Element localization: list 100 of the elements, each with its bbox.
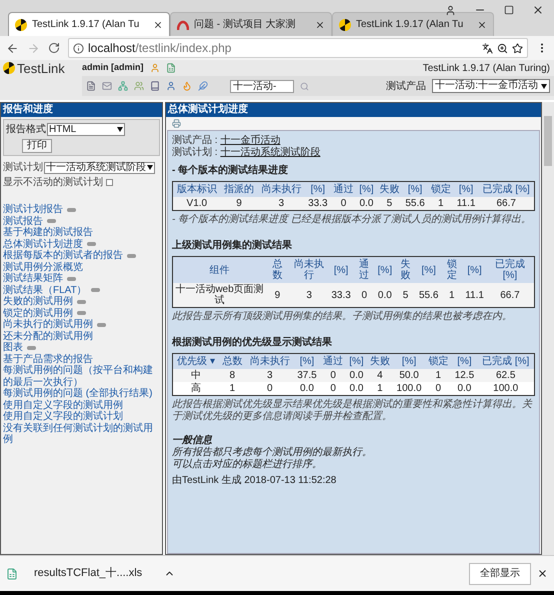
column-header[interactable]: 优先级 ▾ — [172, 354, 220, 369]
report-link[interactable]: 测试结果矩阵 — [3, 273, 63, 284]
search-field[interactable]: 十一活动- — [230, 80, 294, 92]
close-icon[interactable] — [477, 20, 487, 30]
column-header[interactable]: [%] — [463, 256, 486, 283]
person-icon[interactable] — [166, 81, 176, 91]
book-icon[interactable] — [150, 81, 160, 91]
report-link[interactable]: 总体测试计划进度 — [3, 238, 83, 250]
show-all-button[interactable]: 全部显示 — [469, 562, 531, 584]
report-link[interactable]: 测试结果（FLAT） — [3, 284, 87, 296]
report-link[interactable]: 还未分配的测试用例 — [3, 330, 93, 342]
column-header[interactable]: 通过 — [330, 182, 356, 197]
column-header[interactable]: [%] — [416, 256, 440, 283]
column-header[interactable]: 已完成 [%] — [478, 182, 534, 197]
column-header[interactable]: 锁定 — [425, 354, 452, 369]
column-header[interactable]: [%] — [305, 182, 330, 197]
report-link[interactable]: 每测试用例的问题 (全部执行结果) — [3, 388, 152, 400]
column-header[interactable]: [%] — [376, 256, 394, 283]
product-label: 测试产品 : — [172, 135, 219, 146]
column-header[interactable]: 锁定 — [440, 256, 464, 283]
format-select[interactable]: HTML — [47, 123, 125, 136]
plan-select[interactable]: 十一活动系统测试阶段 — [44, 162, 155, 174]
plan-link[interactable]: 十一活动系统测试阶段 — [220, 147, 320, 158]
print-icon[interactable] — [172, 119, 181, 128]
report-link[interactable]: 每测试用例的问题（按平台和构建的最后一次执行） — [3, 365, 160, 388]
report-link[interactable]: 锁定的测试用例 — [3, 308, 73, 319]
column-header[interactable]: [%] — [452, 354, 478, 369]
column-header[interactable]: 尚未执行 — [288, 256, 330, 283]
report-link[interactable]: 使用自定义字段的测试用例 — [3, 400, 123, 411]
section-note: 此报告显示所有顶级测试用例集的结果。子测试用例集的结果也被考虑在内。 — [172, 311, 513, 323]
column-header[interactable]: [%] — [346, 354, 367, 369]
column-header[interactable]: 指派的 — [220, 182, 258, 197]
mail-icon[interactable] — [102, 81, 112, 91]
print-button[interactable]: 打印 — [22, 139, 52, 153]
scrollbar[interactable] — [542, 102, 554, 555]
column-header[interactable]: 总数 — [266, 256, 289, 283]
tab-title: 问题 - 测试项目 大家测 — [194, 18, 297, 32]
dropdown-icon — [541, 84, 547, 88]
report-link[interactable]: 测试计划报告 — [3, 204, 63, 216]
column-header[interactable]: 已完成 [%] — [477, 354, 534, 369]
table-cell: 1 — [366, 382, 394, 396]
table-cell: 0.0 — [346, 369, 367, 382]
column-header[interactable]: 总数 — [219, 354, 246, 369]
download-file[interactable]: resultsTCFlat_十....xls — [34, 565, 142, 582]
column-header[interactable]: 已完成 [%] — [486, 256, 534, 283]
zoom-icon[interactable] — [497, 42, 508, 54]
report-link[interactable]: 没有关联到任何测试计划的测试用例 — [3, 422, 160, 446]
browser-tab[interactable]: 问题 - 测试项目 大家测 — [170, 12, 332, 36]
translate-icon[interactable] — [482, 42, 493, 54]
close-icon[interactable] — [537, 568, 548, 579]
column-header[interactable]: 失败 — [376, 182, 402, 197]
column-header[interactable]: 尚未执行 — [246, 354, 294, 369]
feather-icon[interactable] — [198, 81, 208, 91]
column-header[interactable]: 失败 — [366, 354, 394, 369]
table-cell: 0 — [320, 369, 346, 382]
column-header[interactable]: [%] — [329, 256, 353, 283]
report-link[interactable]: 基于产品需求的报告 — [3, 354, 93, 365]
section-heading: 上级测试用例集的测试结果 — [172, 238, 293, 253]
column-header[interactable]: 锁定 — [428, 182, 454, 197]
star-icon[interactable] — [512, 42, 523, 54]
column-header[interactable]: [%] — [356, 182, 376, 197]
section-note: 此报告根据测试优先级显示结果优先级是根据测试的重要性和紧急性计算得出。关于测试优先级的更多信息请阅读手册并检查配置。 — [172, 399, 534, 423]
column-header[interactable]: [%] — [393, 354, 426, 369]
document-icon[interactable] — [86, 81, 96, 91]
back-icon[interactable] — [6, 42, 19, 54]
reload-icon[interactable] — [48, 42, 60, 54]
column-header[interactable]: 组件 — [172, 256, 266, 283]
column-header[interactable]: 通过 — [320, 354, 346, 369]
close-icon[interactable] — [153, 20, 163, 30]
report-link[interactable]: 根据每版本的测试者的报告 — [3, 250, 123, 262]
column-header[interactable]: [%] — [402, 182, 428, 197]
maximize-icon[interactable] — [504, 5, 514, 15]
close-icon[interactable] — [532, 4, 544, 16]
table-cell: 0.0 — [356, 197, 376, 210]
report-link[interactable]: 使用自定义字段的测试计划 — [3, 411, 123, 422]
report-link[interactable]: 测试报告 — [3, 216, 43, 227]
column-header[interactable]: 尚未执行 — [257, 182, 306, 197]
report-link[interactable]: 失败的测试用例 — [3, 296, 73, 308]
product-select[interactable]: 十一活动:十一金币活动 — [432, 79, 550, 93]
report-link[interactable]: 基于构建的测试报告 — [3, 227, 93, 238]
profile-icon[interactable] — [445, 4, 456, 16]
browser-tab[interactable]: TestLink 1.9.17 (Alan Tu — [8, 12, 170, 36]
logo-icon — [339, 18, 351, 30]
report-link[interactable]: 图表 — [3, 342, 23, 354]
browser-tab[interactable]: TestLink 1.9.17 (Alan Tu — [332, 12, 494, 36]
column-header[interactable]: 通过 — [352, 256, 376, 283]
table-cell: 5 — [376, 197, 402, 210]
table-cell: 3 — [246, 369, 294, 382]
column-header[interactable]: 版本标识 — [172, 182, 221, 197]
report-link[interactable]: 测试用例分派概览 — [3, 262, 83, 273]
address-field[interactable]: localhost/testlink/index.php — [68, 38, 528, 58]
close-icon[interactable] — [315, 20, 325, 30]
column-header[interactable]: 失败 — [394, 256, 417, 283]
sheet-icon[interactable] — [166, 63, 176, 73]
column-header[interactable]: [%] — [454, 182, 478, 197]
table-cell: 1 — [219, 382, 246, 396]
column-header[interactable]: [%] — [294, 354, 320, 369]
product-link[interactable]: 十一金币活动 — [220, 135, 280, 146]
report-link[interactable]: 尚未执行的测试用例 — [3, 319, 93, 330]
table-cell: 37.5 — [294, 369, 320, 382]
